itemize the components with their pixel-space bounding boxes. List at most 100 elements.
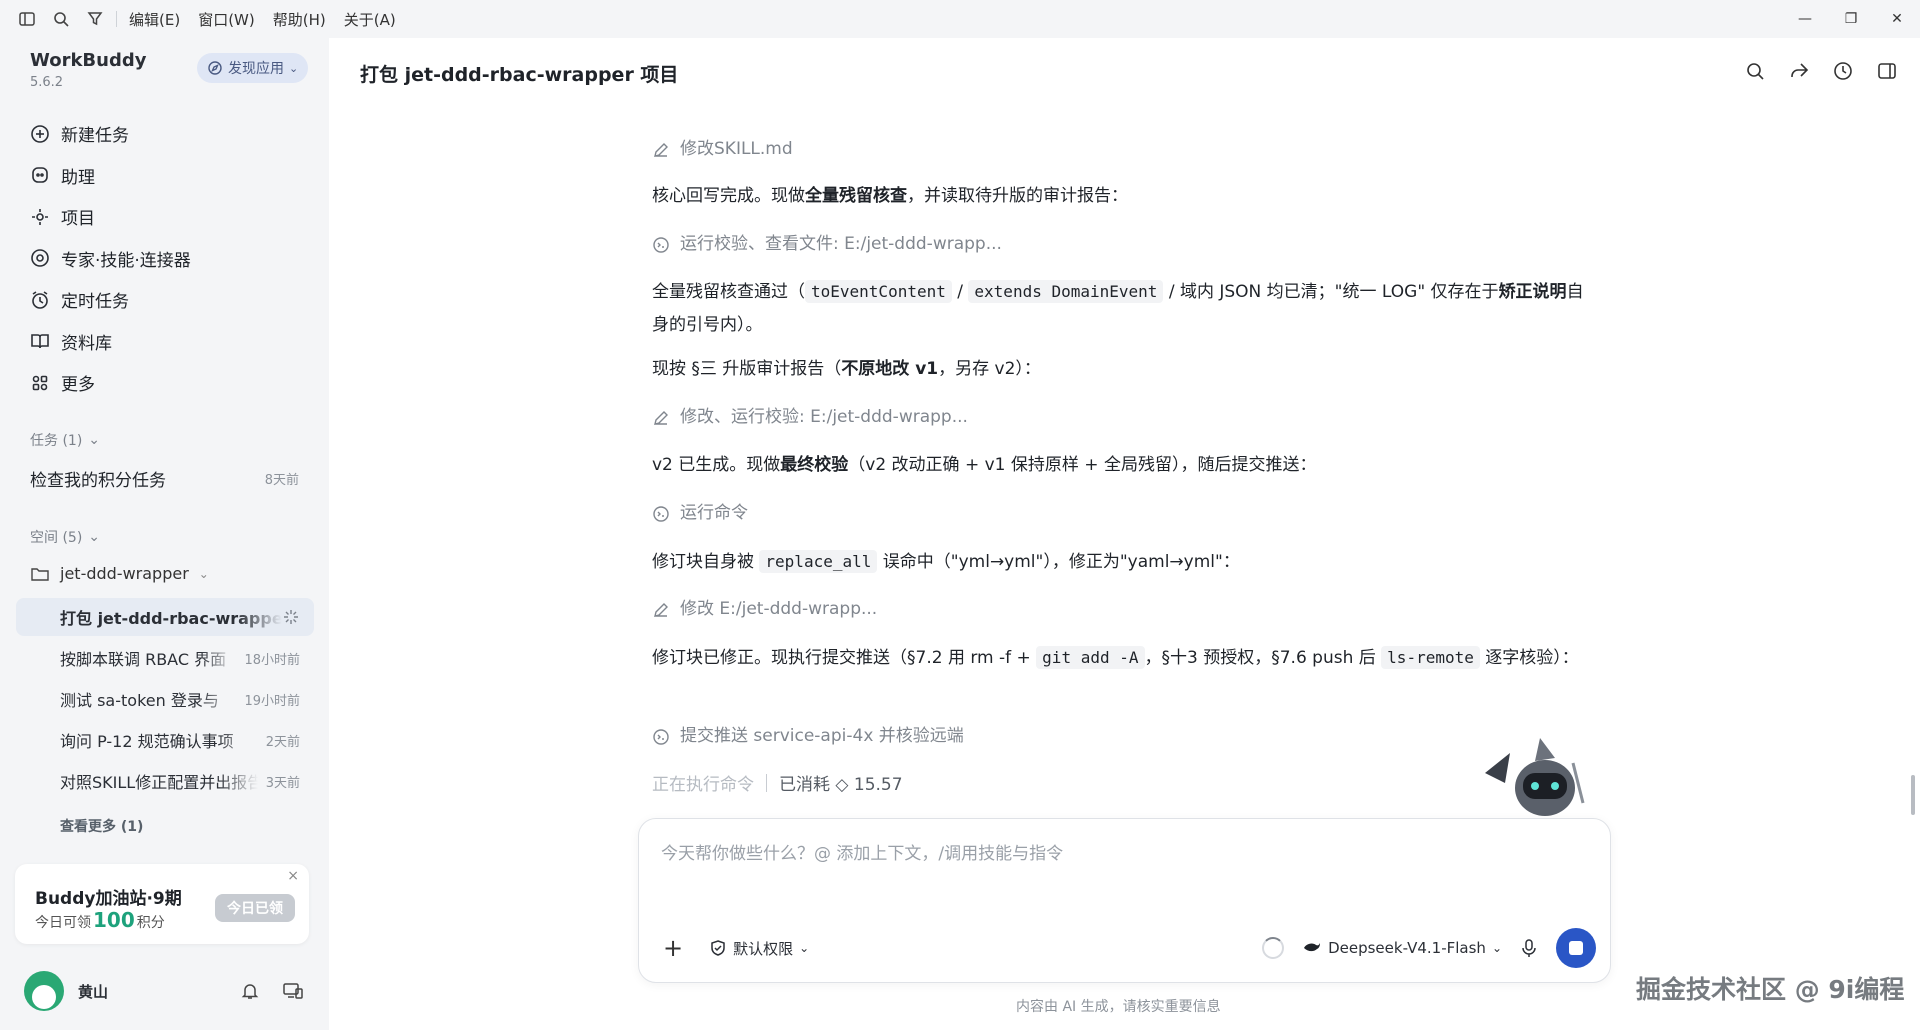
sidebar-item-library[interactable]: 资料库 <box>16 321 313 363</box>
task-title: 检查我的积分任务 <box>30 471 166 491</box>
chevron-down-icon: ⌄ <box>88 432 101 448</box>
panel-toggle-icon[interactable] <box>1876 60 1898 82</box>
promo-points: 100 <box>93 908 135 932</box>
sidebar-item-label: 定时任务 <box>61 292 129 313</box>
stop-button[interactable] <box>1556 928 1596 968</box>
project-item[interactable]: 测试 sa-token 登录与 19小时前 <box>16 680 314 718</box>
history-icon[interactable] <box>1832 60 1854 82</box>
sidebar-toggle-icon[interactable] <box>14 6 40 32</box>
mascot-image <box>1485 738 1585 816</box>
project-title: 询问 P-12 规范确认事项 <box>60 732 234 751</box>
loading-spark-icon <box>284 610 298 624</box>
sidebar-item-label: 资料库 <box>61 333 112 354</box>
pencil-icon <box>654 142 668 157</box>
chevron-down-icon: ⌄ <box>799 941 810 955</box>
menu-help[interactable]: 帮助(H) <box>273 9 326 30</box>
menu-edit[interactable]: 编辑(E) <box>129 9 180 30</box>
discover-apps-button[interactable]: 发现应用 ⌄ <box>197 53 309 83</box>
tasks-section-header[interactable]: 任务 (1) ⌄ <box>30 430 100 450</box>
tool-step[interactable]: 运行命令 <box>652 497 1592 530</box>
ai-disclaimer: 内容由 AI 生成，请核实重要信息 <box>1016 999 1221 1015</box>
text: 误命中（"yml→yml"），修正为"yaml→yml"： <box>877 552 1240 572</box>
text: ，§十3 预授权，§7.6 push 后 <box>1144 648 1382 668</box>
terminal-icon <box>653 728 669 745</box>
tool-step[interactable]: 修改SKILL.md <box>652 133 1592 166</box>
text-bold: 矫正说明 <box>1498 282 1567 302</box>
tool-step[interactable]: 修改 E:/jet-ddd-wrapp... <box>652 593 1592 626</box>
stop-icon <box>1569 941 1583 955</box>
space-section-header[interactable]: 空间 (5) ⌄ <box>30 527 100 547</box>
terminal-icon <box>653 505 669 522</box>
sidebar-item-new-task[interactable]: 新建任务 <box>16 113 313 155</box>
close-icon[interactable]: × <box>287 868 299 884</box>
project-item[interactable]: 按脚本联调 RBAC 界面 18小时前 <box>16 639 314 677</box>
sidebar: WorkBuddy 5.6.2 发现应用 ⌄ 新建任务 助理 项目 专家·技能·… <box>0 38 329 1030</box>
permission-dropdown[interactable]: 默认权限 ⌄ <box>709 938 809 959</box>
space-folder[interactable]: jet-ddd-wrapper ⌄ <box>30 564 209 583</box>
sidebar-item-projects[interactable]: 项目 <box>16 196 313 238</box>
text-bold: 全量残留核查 <box>805 186 907 206</box>
discover-apps-label: 发现应用 <box>228 61 284 77</box>
chat-input[interactable]: 今天帮你做些什么？@ 添加上下文，/调用技能与指令 <box>661 839 1063 864</box>
claim-button[interactable]: 今日已领 <box>215 894 295 922</box>
bell-icon[interactable] <box>240 981 260 1001</box>
text: ，并读取待升版的审计报告： <box>907 186 1128 206</box>
sidebar-item-label: 项目 <box>61 209 95 230</box>
inline-code: git add -A <box>1036 646 1145 669</box>
task-item[interactable]: 检查我的积分任务 8天前 <box>30 466 299 491</box>
tasks-header-label: 任务 (1) <box>30 433 83 449</box>
scrollbar[interactable] <box>1908 90 1918 830</box>
search-icon[interactable] <box>1744 60 1766 82</box>
inline-code: extends DomainEvent <box>968 280 1164 303</box>
promo-card: Buddy加油站·9期 今日可领 100 积分 今日已领 × <box>15 864 309 944</box>
task-time: 8天前 <box>264 473 299 488</box>
assistant-message: 现按 §三 升版审计报告（不原地改 v1，另存 v2）： <box>652 353 1592 386</box>
project-title: 按脚本联调 RBAC 界面 <box>60 650 227 669</box>
sidebar-item-more[interactable]: 更多 <box>16 362 313 404</box>
page-title: 打包 jet-ddd-rbac-wrapper 项目 <box>360 64 679 86</box>
minimize-button[interactable]: — <box>1782 0 1828 38</box>
text: v2 已生成。现做 <box>652 455 781 475</box>
search-icon[interactable] <box>48 6 74 32</box>
promo-sub-suffix: 积分 <box>136 915 165 931</box>
brand-name: WorkBuddy <box>30 50 147 71</box>
restore-button[interactable]: ❐ <box>1828 0 1874 38</box>
running-status: 正在执行命令 <box>652 775 754 795</box>
devices-icon[interactable] <box>282 981 304 1001</box>
divider <box>116 11 117 27</box>
see-more-link[interactable]: 查看更多 (1) <box>60 816 143 836</box>
model-selector[interactable]: Deepseek-V4.1-Flash ⌄ <box>1302 939 1502 957</box>
sidebar-item-assistant[interactable]: 助理 <box>16 155 313 197</box>
project-item[interactable]: 对照SKILL修正配置并出报告 3天前 <box>16 762 314 800</box>
text: 全量残留核查通过（ <box>652 282 805 302</box>
tool-step[interactable]: 提交推送 service-api-4x 并核验远端 <box>652 720 1592 753</box>
chevron-down-icon: ⌄ <box>289 61 299 75</box>
project-time: 3天前 <box>265 775 300 791</box>
tool-step[interactable]: 修改、运行校验: E:/jet-ddd-wrapp... <box>652 401 1592 434</box>
alarm-clock-icon <box>32 291 48 309</box>
filter-icon[interactable] <box>82 6 108 32</box>
folder-icon <box>31 567 49 581</box>
scrollbar-thumb[interactable] <box>1911 775 1915 815</box>
plus-circle-icon <box>31 124 49 143</box>
tool-step-label: 修改 E:/jet-ddd-wrapp... <box>680 599 878 619</box>
promo-title: Buddy加油站·9期 <box>35 889 182 909</box>
sidebar-item-experts[interactable]: 专家·技能·连接器 <box>16 238 313 280</box>
add-button[interactable]: + <box>663 934 683 962</box>
close-button[interactable]: ✕ <box>1874 0 1920 38</box>
terminal-icon <box>653 236 669 253</box>
tool-step[interactable]: 运行校验、查看文件: E:/jet-ddd-wrapp... <box>652 228 1592 261</box>
microphone-icon[interactable] <box>1520 938 1538 958</box>
menu-about[interactable]: 关于(A) <box>344 9 396 30</box>
promo-subtitle: 今日可领 100 积分 <box>35 908 165 932</box>
text-bold: 最终校验 <box>780 455 849 475</box>
shield-check-icon <box>711 940 725 956</box>
project-item-active[interactable]: 打包 jet-ddd-rbac-wrapper 项目 <box>16 598 314 636</box>
model-label: Deepseek-V4.1-Flash <box>1328 939 1486 957</box>
share-icon[interactable] <box>1788 60 1810 82</box>
sidebar-item-scheduled[interactable]: 定时任务 <box>16 279 313 321</box>
avatar[interactable] <box>24 971 64 1011</box>
project-item[interactable]: 询问 P-12 规范确认事项 2天前 <box>16 721 314 759</box>
tool-step-label: 提交推送 service-api-4x 并核验远端 <box>680 726 964 746</box>
menu-window[interactable]: 窗口(W) <box>198 9 255 30</box>
